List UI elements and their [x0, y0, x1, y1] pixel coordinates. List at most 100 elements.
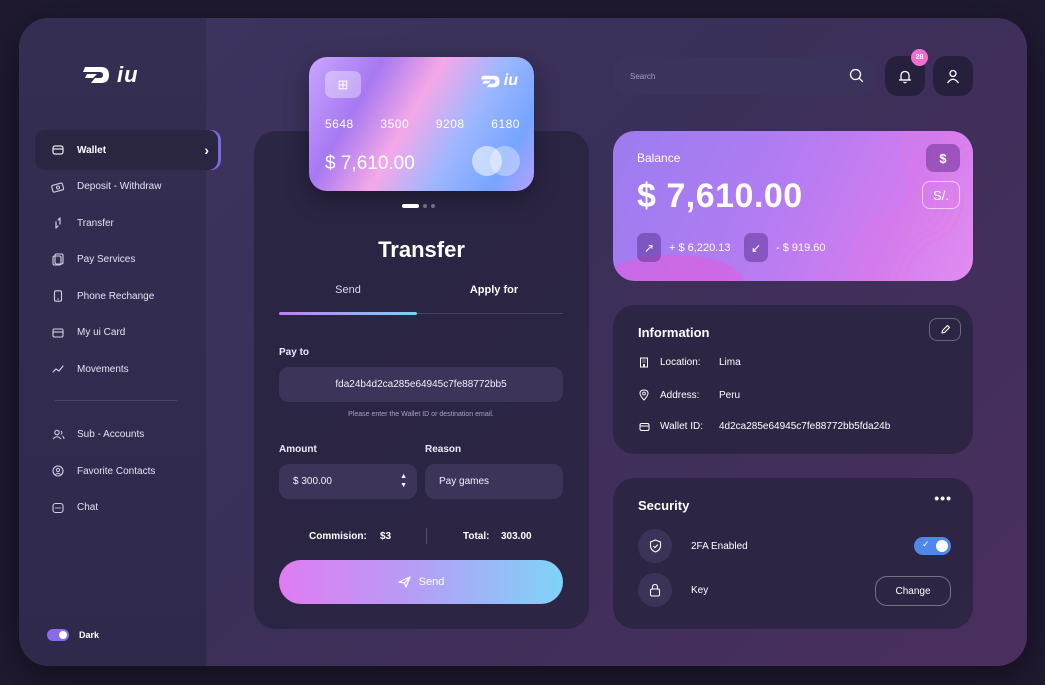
sidebar-item-chat[interactable]: Chat: [35, 488, 221, 528]
search-icon[interactable]: [849, 68, 864, 83]
stepper-up-icon[interactable]: ▲: [400, 472, 407, 481]
sidebar-item-pay-services[interactable]: Pay Services: [35, 240, 221, 280]
phone-icon: [51, 289, 65, 303]
card-carousel-dots[interactable]: [402, 204, 435, 208]
security-panel: Security ••• 2FA Enabled ✓ Key Change: [613, 478, 973, 629]
key-label: Key: [691, 585, 709, 596]
sidebar-item-favorite-contacts[interactable]: Favorite Contacts: [35, 451, 221, 491]
chevron-right-icon: ›: [204, 142, 209, 158]
shield-icon: [638, 529, 672, 563]
more-options-icon[interactable]: •••: [934, 490, 952, 506]
balance-amount: $ 7,610.00: [637, 177, 803, 215]
transfer-icon: [51, 216, 65, 230]
total-value: 303.00: [501, 531, 532, 542]
app-window: iu Wallet › Deposit - Withdraw Transfer: [19, 18, 1027, 666]
notifications-button[interactable]: 28: [885, 49, 928, 96]
wallet-icon: [638, 422, 650, 432]
dark-mode-switch[interactable]: [47, 629, 69, 641]
sidebar-item-label: Movements: [77, 363, 129, 375]
dark-mode-label: Dark: [79, 630, 100, 640]
card-number-group: 6180: [491, 117, 520, 131]
contacts-icon: [51, 464, 65, 478]
sidebar-item-transfer[interactable]: Transfer: [35, 203, 221, 243]
twofa-toggle[interactable]: ✓: [914, 537, 951, 555]
carousel-dot[interactable]: [423, 204, 427, 208]
information-title: Information: [638, 325, 710, 340]
change-key-button[interactable]: Change: [875, 576, 951, 606]
balance-card: Balance $ 7,610.00 $ S/. ↗ + $ 6,220.13 …: [613, 131, 973, 281]
search-input[interactable]: Search: [613, 57, 876, 95]
income-stat: ↗ + $ 6,220.13: [637, 233, 730, 262]
arrow-down-left-icon: ↙: [744, 233, 768, 262]
notification-badge: 28: [911, 49, 928, 66]
info-row-address: Address: Peru: [638, 389, 740, 401]
lock-icon: [638, 573, 672, 607]
info-row-location: Location: Lima: [638, 357, 741, 368]
info-value: Peru: [719, 389, 741, 401]
send-button[interactable]: Send: [279, 560, 563, 604]
sidebar-item-my-card[interactable]: My ui Card: [35, 313, 221, 353]
building-icon: [638, 357, 650, 368]
location-pin-icon: [638, 389, 650, 401]
wallet-icon: [51, 143, 65, 157]
stepper-down-icon[interactable]: ▼: [400, 481, 407, 490]
reason-value: Pay games: [439, 476, 490, 487]
profile-button[interactable]: [933, 56, 973, 96]
transfer-tabs: Send Apply for: [279, 284, 563, 316]
tab-active-indicator: [279, 312, 417, 315]
amount-input[interactable]: $ 300.00 ▲ ▼: [279, 464, 417, 499]
sidebar-item-label: Deposit - Withdraw: [77, 181, 162, 192]
user-icon: [946, 69, 960, 83]
tab-apply-for[interactable]: Apply for: [425, 284, 563, 296]
card-amount: $ 7,610.00: [325, 153, 415, 174]
amount-value: $ 300.00: [293, 476, 332, 487]
info-key: Location:: [660, 357, 701, 368]
income-value: + $ 6,220.13: [669, 241, 731, 254]
sidebar-item-wallet[interactable]: Wallet ›: [35, 130, 221, 170]
dark-mode-toggle[interactable]: Dark: [47, 629, 99, 641]
sidebar-item-movements[interactable]: Movements: [35, 349, 221, 389]
currency-usd-button[interactable]: $: [926, 144, 960, 172]
card-brand: iu: [480, 72, 518, 90]
currency-pen-button[interactable]: S/.: [922, 181, 960, 209]
chat-icon: [51, 501, 65, 515]
edit-button[interactable]: [929, 318, 961, 341]
pay-to-input[interactable]: fda24b4d2ca285e64945c7fe88772bb5: [279, 367, 563, 402]
card-icon: [51, 326, 65, 340]
balance-label: Balance: [637, 151, 681, 165]
wallet-card[interactable]: ⊞ iu 5648 3500 9208 6180 $ 7,610.00: [309, 57, 534, 191]
carousel-dot[interactable]: [402, 204, 419, 208]
tab-send[interactable]: Send: [279, 284, 417, 296]
pay-to-label: Pay to: [279, 347, 310, 358]
logo-mark-icon: [480, 75, 500, 87]
send-button-label: Send: [418, 576, 445, 588]
sidebar-item-phone-rechange[interactable]: Phone Rechange: [35, 276, 221, 316]
carousel-dot[interactable]: [431, 204, 435, 208]
sidebar-item-label: Favorite Contacts: [77, 465, 156, 477]
card-number-group: 5648: [325, 117, 354, 131]
check-icon: ✓: [922, 539, 930, 549]
info-row-wallet-id: Wallet ID: 4d2ca285e64945c7fe88772bb5fda…: [638, 421, 890, 432]
amount-stepper[interactable]: ▲ ▼: [400, 472, 407, 490]
sidebar-item-sub-accounts[interactable]: Sub - Accounts: [35, 415, 221, 455]
reason-input[interactable]: Pay games: [425, 464, 563, 499]
sidebar-item-label: Sub - Accounts: [77, 429, 145, 440]
trend-icon: [51, 362, 65, 376]
sidebar-item-label: Pay Services: [77, 254, 136, 265]
commission-label: Commision:: [309, 531, 367, 542]
sidebar-item-deposit-withdraw[interactable]: Deposit - Withdraw: [35, 167, 221, 207]
users-icon: [51, 428, 65, 442]
pay-to-helper: Please enter the Wallet ID or destinatio…: [348, 411, 494, 418]
card-number-group: 9208: [435, 117, 465, 131]
info-value: 4d2ca285e64945c7fe88772bb5fda24b: [719, 421, 891, 432]
sidebar-item-label: Phone Rechange: [77, 290, 155, 302]
card-number-group: 3500: [380, 117, 410, 131]
amount-label: Amount: [279, 444, 317, 455]
info-key: Wallet ID:: [660, 421, 703, 432]
search-placeholder: Search: [630, 71, 656, 81]
outcome-value: - $ 919.60: [776, 241, 826, 254]
info-key: Address:: [660, 389, 700, 401]
brand-logo[interactable]: iu: [83, 62, 139, 88]
logo-mark-icon: [83, 67, 109, 83]
sidebar-divider: [55, 399, 177, 401]
